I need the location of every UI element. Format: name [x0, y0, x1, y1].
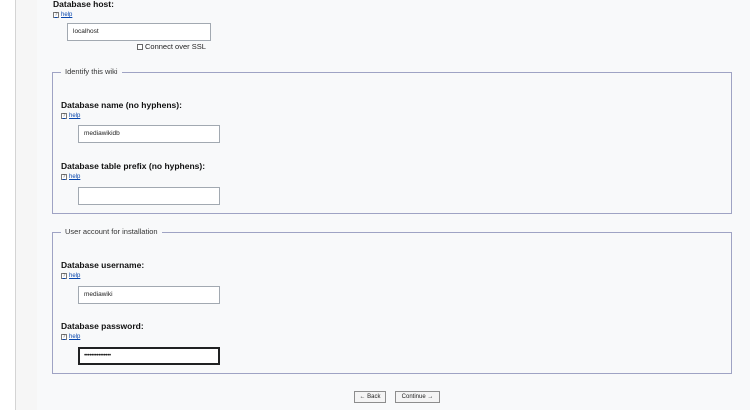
- db-name-help-link[interactable]: ? help: [61, 113, 80, 119]
- help-icon: ?: [61, 334, 67, 340]
- ssl-option[interactable]: Connect over SSL: [137, 42, 206, 51]
- db-username-label: Database username:: [61, 260, 145, 270]
- identify-wiki-legend: Identify this wiki: [61, 67, 122, 76]
- ssl-checkbox[interactable]: [137, 43, 143, 50]
- left-gutter: [0, 0, 15, 410]
- db-host-help-link[interactable]: ? help: [53, 12, 72, 18]
- help-icon: ?: [61, 113, 67, 119]
- db-password-label: Database password:: [61, 321, 144, 331]
- db-password-input[interactable]: •••••••••••••••: [78, 347, 220, 365]
- db-password-help-text: help: [69, 334, 81, 340]
- db-host-help-text: help: [61, 12, 73, 18]
- help-icon: ?: [53, 12, 59, 18]
- db-username-help-link[interactable]: ? help: [61, 273, 80, 279]
- db-password-help-link[interactable]: ? help: [61, 334, 80, 340]
- help-icon: ?: [61, 273, 67, 279]
- db-name-label: Database name (no hyphens):: [61, 100, 182, 110]
- user-account-legend: User account for installation: [61, 227, 162, 236]
- help-icon: ?: [61, 174, 67, 180]
- db-name-help-text: help: [69, 113, 81, 119]
- db-prefix-label: Database table prefix (no hyphens):: [61, 161, 206, 171]
- continue-button[interactable]: Continue →: [395, 391, 440, 403]
- back-button[interactable]: ← Back: [354, 391, 386, 403]
- db-name-input[interactable]: mediawikidb: [78, 125, 220, 143]
- installer-content: Database host: ? help localhost Connect …: [37, 0, 750, 410]
- db-prefix-help-text: help: [69, 174, 81, 180]
- db-username-help-text: help: [69, 273, 81, 279]
- left-divider: [15, 0, 16, 410]
- db-host-label: Database host:: [53, 0, 114, 9]
- db-username-input[interactable]: mediawiki: [78, 286, 220, 304]
- db-prefix-input[interactable]: [78, 187, 220, 205]
- db-host-input[interactable]: localhost: [67, 23, 211, 41]
- ssl-label: Connect over SSL: [145, 42, 206, 51]
- db-prefix-help-link[interactable]: ? help: [61, 174, 80, 180]
